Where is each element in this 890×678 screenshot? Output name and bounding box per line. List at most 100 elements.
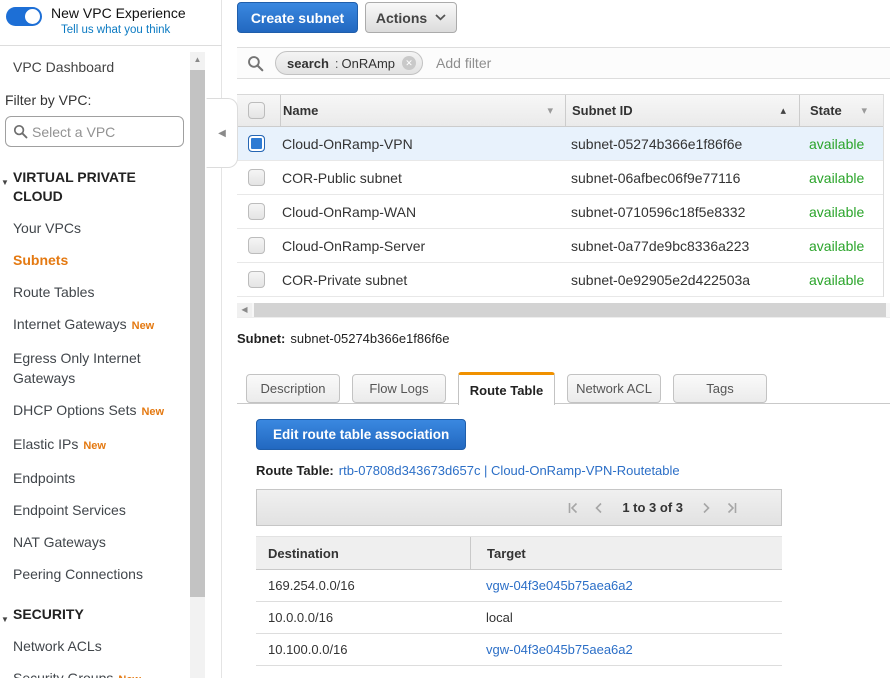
- column-header-subnet-id[interactable]: Subnet ID ▴: [565, 95, 799, 126]
- filter-chip-key: search: [287, 56, 329, 71]
- sidebar-item-internet-gateways[interactable]: Internet GatewaysNew: [0, 314, 185, 336]
- tab-description[interactable]: Description: [246, 374, 340, 403]
- select-all-checkbox[interactable]: [248, 102, 265, 119]
- new-experience-toggle[interactable]: [6, 7, 42, 26]
- subnet-row[interactable]: Cloud-OnRamp-Serversubnet-0a77de9bc8336a…: [237, 229, 883, 263]
- sidebar-item-peering-connections[interactable]: Peering Connections: [0, 564, 185, 584]
- feedback-link[interactable]: Tell us what you think: [61, 24, 170, 36]
- vpc-filter-input[interactable]: Select a VPC: [5, 116, 184, 147]
- pagination-status: 1 to 3 of 3: [622, 500, 683, 515]
- sidebar-item-vpc-dashboard[interactable]: VPC Dashboard: [13, 59, 190, 75]
- row-checkbox[interactable]: [248, 135, 265, 152]
- row-checkbox[interactable]: [248, 271, 265, 288]
- sidebar-item-label: Network ACLs: [13, 638, 102, 654]
- sidebar-section-virtual-private-cloud[interactable]: ▼VIRTUAL PRIVATE CLOUD: [0, 168, 181, 206]
- remove-filter-icon[interactable]: ✕: [402, 56, 416, 70]
- sidebar-scrollbar-thumb[interactable]: [190, 70, 205, 597]
- sidebar-item-nat-gateways[interactable]: NAT Gateways: [0, 532, 185, 552]
- edit-route-table-association-button[interactable]: Edit route table association: [256, 419, 466, 450]
- sidebar-item-network-acls[interactable]: Network ACLs: [0, 636, 185, 656]
- vpc-filter-placeholder: Select a VPC: [32, 124, 115, 140]
- sort-arrow-icon[interactable]: ▾: [547, 104, 553, 117]
- column-header-target[interactable]: Target: [470, 537, 782, 569]
- pagination-first-icon[interactable]: [566, 501, 580, 515]
- row-checkbox-cell: [237, 135, 280, 152]
- create-subnet-button[interactable]: Create subnet: [237, 2, 358, 33]
- subnet-row[interactable]: COR-Public subnetsubnet-06afbec06f9e7711…: [237, 161, 883, 195]
- sidebar-item-dhcp-options-sets[interactable]: DHCP Options Sets New: [0, 400, 185, 422]
- sidebar-item-egress-only-internet-gateways[interactable]: Egress Only Internet Gateways: [0, 348, 185, 388]
- sort-asc-icon[interactable]: ▴: [780, 104, 786, 117]
- vgw-target-link[interactable]: vgw-04f3e045b75aea6a2: [486, 578, 633, 593]
- divider: [0, 45, 222, 46]
- sidebar-section-security[interactable]: ▼SECURITY: [0, 605, 181, 624]
- subnet-name-cell: Cloud-OnRamp-WAN: [280, 204, 565, 220]
- vgw-target-link[interactable]: vgw-04f3e045b75aea6a2: [486, 642, 633, 657]
- sidebar: New VPC Experience Tell us what you thin…: [0, 0, 222, 678]
- subnet-table-body: Cloud-OnRamp-VPNsubnet-05274b366e1f86f6e…: [237, 127, 883, 297]
- route-row: 169.254.0.0/16vgw-04f3e045b75aea6a2: [256, 570, 782, 602]
- subnet-id-cell: subnet-0e92905e2d422503a: [565, 272, 799, 288]
- route-target-cell: vgw-04f3e045b75aea6a2: [470, 642, 782, 657]
- sidebar-item-label: DHCP Options Sets: [13, 402, 136, 418]
- tab-route-table[interactable]: Route Table: [458, 372, 555, 405]
- chevron-left-icon: ◀: [218, 128, 226, 139]
- filter-by-vpc-label: Filter by VPC:: [5, 92, 190, 108]
- tab-flow-logs[interactable]: Flow Logs: [352, 374, 446, 403]
- horizontal-scrollbar-thumb[interactable]: [254, 303, 886, 317]
- filter-chip[interactable]: search : OnRAmp ✕: [275, 51, 423, 75]
- row-checkbox-cell: [237, 237, 280, 254]
- select-all-cell: [237, 102, 280, 119]
- filter-bar[interactable]: search : OnRAmp ✕ Add filter: [237, 47, 890, 79]
- sidebar-item-security-groups[interactable]: Security GroupsNew: [0, 668, 185, 678]
- sidebar-item-your-vpcs[interactable]: Your VPCs: [0, 218, 185, 238]
- sidebar-item-label: NAT Gateways: [13, 534, 106, 550]
- triangle-down-icon: ▼: [1, 173, 9, 192]
- horizontal-scrollbar[interactable]: ◀: [237, 303, 890, 318]
- route-table-body: 169.254.0.0/16vgw-04f3e045b75aea6a2 10.0.…: [256, 570, 782, 666]
- vpc-console: New VPC Experience Tell us what you thin…: [0, 0, 890, 678]
- column-header-state[interactable]: State ▾: [799, 95, 883, 126]
- column-header-name[interactable]: Name ▾: [280, 95, 565, 126]
- route-destination: 10.100.0.0/16: [256, 642, 470, 657]
- sort-arrow-icon[interactable]: ▾: [861, 104, 867, 117]
- sidebar-item-elastic-ips[interactable]: Elastic IPsNew: [0, 434, 185, 456]
- row-checkbox[interactable]: [248, 237, 265, 254]
- subnet-table: Name ▾ Subnet ID ▴ State ▾ Cloud-OnRamp-…: [237, 94, 884, 297]
- scrollbar-up-arrow-icon[interactable]: ▲: [190, 52, 205, 68]
- new-badge: New: [141, 406, 164, 418]
- sidebar-collapse-handle[interactable]: ◀: [206, 98, 238, 168]
- subnet-row[interactable]: Cloud-OnRamp-WANsubnet-0710596c18f5e8332…: [237, 195, 883, 229]
- pagination-next-icon[interactable]: [699, 501, 713, 515]
- subnet-state-cell: available: [799, 238, 883, 254]
- add-filter-input[interactable]: Add filter: [436, 55, 491, 71]
- sidebar-item-route-tables[interactable]: Route Tables: [0, 282, 185, 302]
- column-header-destination[interactable]: Destination: [256, 546, 470, 561]
- pagination-bar: 1 to 3 of 3: [256, 489, 782, 526]
- tab-network-acl[interactable]: Network ACL: [567, 374, 661, 403]
- route-destination: 10.0.0.0/16: [256, 610, 470, 625]
- route-table-link[interactable]: rtb-07808d343673d657c | Cloud-OnRamp-VPN…: [339, 463, 680, 478]
- sidebar-item-label: Elastic IPs: [13, 436, 78, 452]
- subnet-id-value: subnet-05274b366e1f86f6e: [290, 331, 449, 346]
- pagination-prev-icon[interactable]: [592, 501, 606, 515]
- pagination-last-icon[interactable]: [725, 501, 739, 515]
- sidebar-item-subnets[interactable]: Subnets: [0, 250, 185, 270]
- subnet-row[interactable]: COR-Private subnetsubnet-0e92905e2d42250…: [237, 263, 883, 297]
- row-checkbox[interactable]: [248, 169, 265, 186]
- subnet-id-cell: subnet-06afbec06f9e77116: [565, 170, 799, 186]
- route-target-cell: local: [470, 610, 782, 625]
- subnet-row[interactable]: Cloud-OnRamp-VPNsubnet-05274b366e1f86f6e…: [237, 127, 883, 161]
- sidebar-section-title: SECURITY: [13, 606, 84, 622]
- row-checkbox[interactable]: [248, 203, 265, 220]
- sidebar-item-endpoint-services[interactable]: Endpoint Services: [0, 500, 185, 520]
- subnet-state-cell: available: [799, 170, 883, 186]
- tab-tags[interactable]: Tags: [673, 374, 767, 403]
- subnet-state-cell: available: [799, 272, 883, 288]
- search-icon: [247, 55, 264, 72]
- scrollbar-left-arrow-icon[interactable]: ◀: [237, 303, 252, 317]
- selected-subnet-line: Subnet:subnet-05274b366e1f86f6e: [237, 331, 449, 346]
- sidebar-item-endpoints[interactable]: Endpoints: [0, 468, 185, 488]
- sidebar-item-label: Internet Gateways: [13, 316, 127, 332]
- actions-button[interactable]: Actions: [365, 2, 457, 33]
